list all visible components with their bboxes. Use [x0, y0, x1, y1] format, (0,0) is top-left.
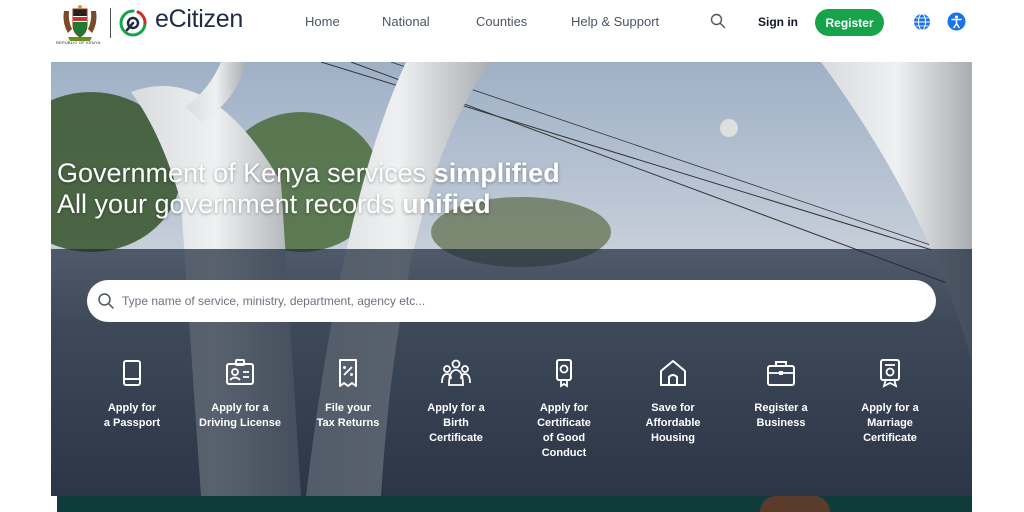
- nav-help-support[interactable]: Help & Support: [571, 14, 659, 29]
- nav-home[interactable]: Home: [305, 14, 340, 29]
- nav-counties[interactable]: Counties: [476, 14, 527, 29]
- hero-headline: Government of Kenya services simplified …: [57, 158, 560, 220]
- service-search-bar[interactable]: [87, 280, 936, 322]
- service-label: Apply for a Birth Certificate: [427, 402, 485, 444]
- header: REPUBLIC OF KENYA eCitizen Home National…: [0, 0, 1024, 50]
- headline-line-1: Government of Kenya services simplified: [57, 158, 560, 188]
- marriage-certificate-icon: [880, 359, 900, 388]
- certificate-icon: [556, 359, 572, 388]
- sign-in-link[interactable]: Sign in: [758, 15, 798, 29]
- service-label: Apply for Certificate of Good Conduct: [537, 402, 591, 459]
- search-icon[interactable]: [710, 13, 726, 29]
- next-section-image: [760, 496, 830, 512]
- house-icon: [660, 360, 686, 386]
- brand-divider: [110, 8, 111, 38]
- coat-caption: REPUBLIC OF KENYA: [56, 40, 101, 45]
- hero-banner: Government of Kenya services simplified …: [51, 62, 972, 496]
- coat-of-arms-icon[interactable]: [58, 3, 102, 45]
- tax-receipt-icon: [339, 359, 357, 387]
- next-section-preview: [57, 496, 972, 512]
- language-globe-icon[interactable]: [913, 13, 931, 31]
- service-register-business[interactable]: Register a Business: [727, 357, 835, 431]
- register-button[interactable]: Register: [815, 9, 884, 36]
- nav-national[interactable]: National: [382, 14, 430, 29]
- briefcase-icon: [767, 361, 795, 386]
- service-apply-driving-license[interactable]: Apply for a Driving License: [186, 357, 294, 431]
- service-apply-birth-certificate[interactable]: Apply for a Birth Certificate: [402, 357, 510, 446]
- service-label: File your Tax Returns: [316, 402, 380, 429]
- service-search-input[interactable]: [122, 288, 922, 314]
- service-file-tax-returns[interactable]: File your Tax Returns: [294, 357, 402, 431]
- family-icon: [441, 359, 471, 386]
- service-apply-marriage-certificate[interactable]: Apply for a Marriage Certificate: [836, 357, 944, 446]
- service-label: Register a Business: [754, 402, 808, 429]
- ecitizen-logo-icon[interactable]: [118, 8, 148, 38]
- service-label: Apply for a Marriage Certificate: [861, 402, 919, 444]
- service-save-affordable-housing[interactable]: Save for Affordable Housing: [619, 357, 727, 446]
- id-card-icon: [226, 359, 254, 385]
- service-label: Save for Affordable Housing: [645, 402, 701, 444]
- service-apply-passport[interactable]: Apply for a Passport: [78, 357, 186, 431]
- page: REPUBLIC OF KENYA eCitizen Home National…: [0, 0, 1024, 512]
- brand-name[interactable]: eCitizen: [155, 5, 243, 34]
- service-apply-good-conduct[interactable]: Apply for Certificate of Good Conduct: [510, 357, 618, 461]
- headline-line-2: All your government records unified: [57, 189, 491, 219]
- popular-services: Apply for a Passport Apply for a Driving L…: [51, 357, 972, 477]
- passport-icon: [123, 360, 141, 386]
- accessibility-icon[interactable]: [947, 12, 966, 31]
- service-label: Apply for a Driving License: [199, 402, 281, 429]
- service-label: Apply for a Passport: [103, 402, 161, 429]
- search-icon: [98, 293, 114, 309]
